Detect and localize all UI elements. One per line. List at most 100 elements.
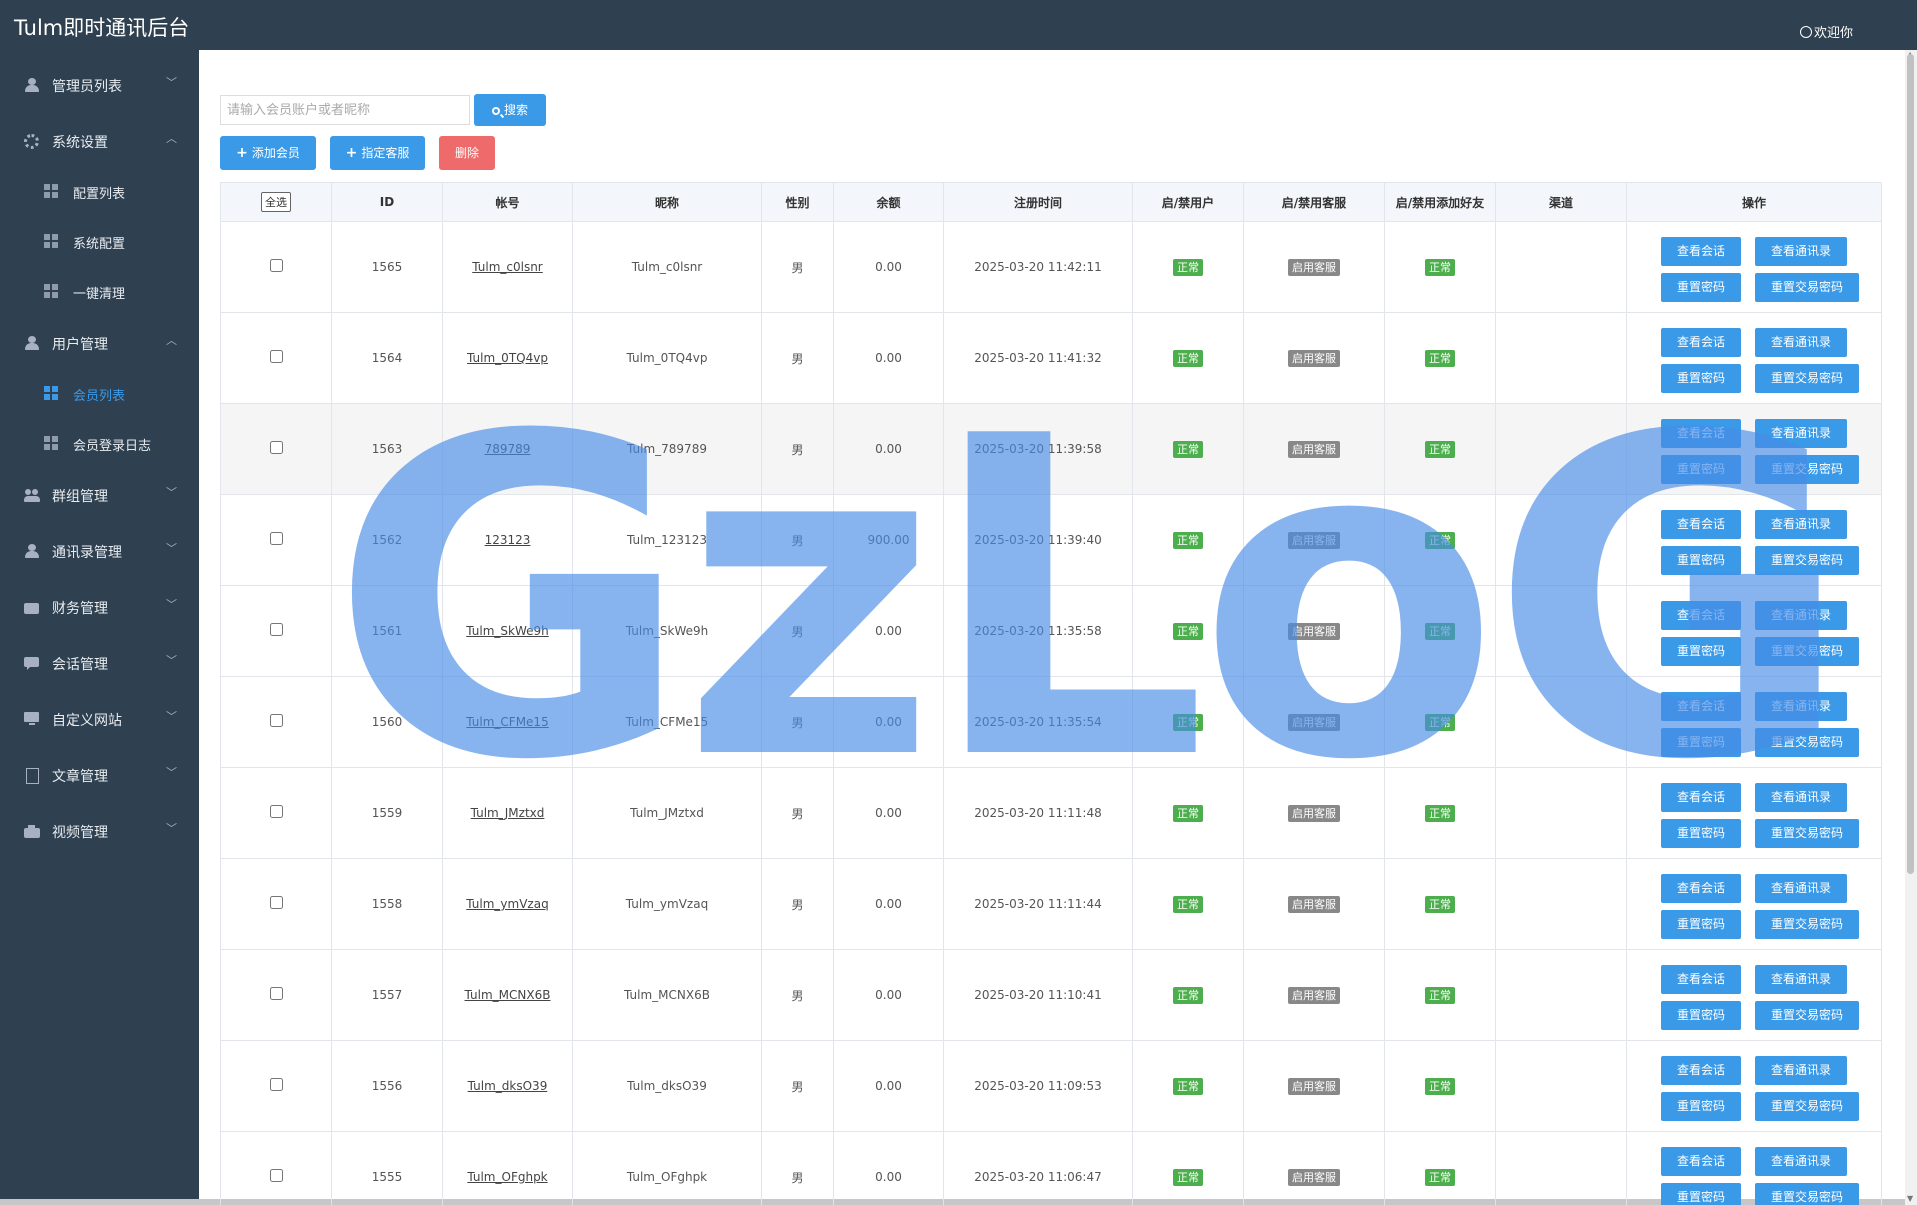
- row-checkbox[interactable]: [269, 1169, 283, 1182]
- user-status-badge[interactable]: 正常: [1173, 258, 1203, 276]
- view-chat-button[interactable]: 查看会话: [1661, 1056, 1741, 1085]
- view-chat-button[interactable]: 查看会话: [1661, 601, 1741, 630]
- sidebar-item-2-0[interactable]: 会员列表: [0, 373, 199, 413]
- assign-cs-button[interactable]: + 指定客服: [330, 136, 425, 170]
- reset-trade-password-button[interactable]: 重置交易密码: [1755, 455, 1859, 484]
- cs-status-badge[interactable]: 启用客服: [1288, 258, 1340, 276]
- reset-password-button[interactable]: 重置密码: [1661, 819, 1741, 848]
- reset-trade-password-button[interactable]: 重置交易密码: [1755, 546, 1859, 575]
- friend-status-badge[interactable]: 正常: [1425, 622, 1455, 640]
- view-contacts-button[interactable]: 查看通讯录: [1755, 783, 1847, 812]
- welcome-menu[interactable]: 欢迎你: [1799, 22, 1853, 41]
- cs-status-badge[interactable]: 启用客服: [1288, 895, 1340, 913]
- search-input[interactable]: [220, 95, 470, 125]
- reset-password-button[interactable]: 重置密码: [1661, 637, 1741, 666]
- sidebar-group-4[interactable]: 通讯录管理 ﹀: [0, 531, 199, 571]
- friend-status-badge[interactable]: 正常: [1425, 440, 1455, 458]
- account-link[interactable]: Tulm_MCNX6B: [465, 988, 551, 1002]
- view-contacts-button[interactable]: 查看通讯录: [1755, 601, 1847, 630]
- account-link[interactable]: 123123: [485, 533, 531, 547]
- user-status-badge[interactable]: 正常: [1173, 986, 1203, 1004]
- scrollbar-thumb[interactable]: [1907, 54, 1914, 874]
- reset-password-button[interactable]: 重置密码: [1661, 455, 1741, 484]
- cs-status-badge[interactable]: 启用客服: [1288, 986, 1340, 1004]
- friend-status-badge[interactable]: 正常: [1425, 258, 1455, 276]
- row-checkbox[interactable]: [269, 441, 283, 454]
- view-contacts-button[interactable]: 查看通讯录: [1755, 1147, 1847, 1176]
- sidebar-item-2-1[interactable]: 会员登录日志: [0, 423, 199, 463]
- user-status-badge[interactable]: 正常: [1173, 531, 1203, 549]
- cs-status-badge[interactable]: 启用客服: [1288, 440, 1340, 458]
- sidebar-group-3[interactable]: 群组管理 ﹀: [0, 475, 199, 515]
- delete-button[interactable]: 删除: [439, 136, 495, 170]
- cs-status-badge[interactable]: 启用客服: [1288, 713, 1340, 731]
- user-status-badge[interactable]: 正常: [1173, 804, 1203, 822]
- friend-status-badge[interactable]: 正常: [1425, 349, 1455, 367]
- row-checkbox[interactable]: [269, 259, 283, 272]
- reset-password-button[interactable]: 重置密码: [1661, 273, 1741, 302]
- account-link[interactable]: Tulm_dksO39: [468, 1079, 548, 1093]
- sidebar-group-1[interactable]: 系统设置 ︿: [0, 121, 199, 161]
- account-link[interactable]: 789789: [485, 442, 531, 456]
- account-link[interactable]: Tulm_CFMe15: [466, 715, 548, 729]
- cs-status-badge[interactable]: 启用客服: [1288, 622, 1340, 640]
- row-checkbox[interactable]: [269, 350, 283, 363]
- view-chat-button[interactable]: 查看会话: [1661, 1147, 1741, 1176]
- view-chat-button[interactable]: 查看会话: [1661, 874, 1741, 903]
- row-checkbox[interactable]: [269, 987, 283, 1000]
- sidebar-group-7[interactable]: 自定义网站 ﹀: [0, 699, 199, 739]
- reset-trade-password-button[interactable]: 重置交易密码: [1755, 364, 1859, 393]
- view-contacts-button[interactable]: 查看通讯录: [1755, 510, 1847, 539]
- row-checkbox[interactable]: [269, 623, 283, 636]
- view-contacts-button[interactable]: 查看通讯录: [1755, 419, 1847, 448]
- reset-password-button[interactable]: 重置密码: [1661, 546, 1741, 575]
- row-checkbox[interactable]: [269, 805, 283, 818]
- reset-trade-password-button[interactable]: 重置交易密码: [1755, 819, 1859, 848]
- view-chat-button[interactable]: 查看会话: [1661, 419, 1741, 448]
- sidebar-group-9[interactable]: 视频管理 ﹀: [0, 811, 199, 851]
- view-contacts-button[interactable]: 查看通讯录: [1755, 692, 1847, 721]
- reset-trade-password-button[interactable]: 重置交易密码: [1755, 728, 1859, 757]
- friend-status-badge[interactable]: 正常: [1425, 1168, 1455, 1186]
- account-link[interactable]: Tulm_c0lsnr: [472, 260, 543, 274]
- sidebar-group-5[interactable]: 财务管理 ﹀: [0, 587, 199, 627]
- sidebar-group-0[interactable]: 管理员列表 ﹀: [0, 65, 199, 105]
- user-status-badge[interactable]: 正常: [1173, 440, 1203, 458]
- account-link[interactable]: Tulm_OFghpk: [467, 1170, 547, 1184]
- friend-status-badge[interactable]: 正常: [1425, 531, 1455, 549]
- reset-trade-password-button[interactable]: 重置交易密码: [1755, 1001, 1859, 1030]
- view-contacts-button[interactable]: 查看通讯录: [1755, 237, 1847, 266]
- view-chat-button[interactable]: 查看会话: [1661, 965, 1741, 994]
- account-link[interactable]: Tulm_SkWe9h: [466, 624, 549, 638]
- view-contacts-button[interactable]: 查看通讯录: [1755, 965, 1847, 994]
- reset-trade-password-button[interactable]: 重置交易密码: [1755, 273, 1859, 302]
- cs-status-badge[interactable]: 启用客服: [1288, 349, 1340, 367]
- cs-status-badge[interactable]: 启用客服: [1288, 1168, 1340, 1186]
- account-link[interactable]: Tulm_JMztxd: [471, 806, 545, 820]
- user-status-badge[interactable]: 正常: [1173, 895, 1203, 913]
- friend-status-badge[interactable]: 正常: [1425, 895, 1455, 913]
- view-chat-button[interactable]: 查看会话: [1661, 692, 1741, 721]
- view-chat-button[interactable]: 查看会话: [1661, 237, 1741, 266]
- reset-password-button[interactable]: 重置密码: [1661, 364, 1741, 393]
- user-status-badge[interactable]: 正常: [1173, 1077, 1203, 1095]
- user-status-badge[interactable]: 正常: [1173, 713, 1203, 731]
- sidebar-item-1-2[interactable]: 一键清理: [0, 271, 199, 311]
- reset-password-button[interactable]: 重置密码: [1661, 1092, 1741, 1121]
- row-checkbox[interactable]: [269, 896, 283, 909]
- reset-password-button[interactable]: 重置密码: [1661, 728, 1741, 757]
- friend-status-badge[interactable]: 正常: [1425, 713, 1455, 731]
- search-button[interactable]: 搜索: [474, 94, 546, 126]
- view-contacts-button[interactable]: 查看通讯录: [1755, 1056, 1847, 1085]
- row-checkbox[interactable]: [269, 532, 283, 545]
- sidebar-group-8[interactable]: 文章管理 ﹀: [0, 755, 199, 795]
- view-contacts-button[interactable]: 查看通讯录: [1755, 328, 1847, 357]
- account-link[interactable]: Tulm_ymVzaq: [466, 897, 548, 911]
- cs-status-badge[interactable]: 启用客服: [1288, 531, 1340, 549]
- view-contacts-button[interactable]: 查看通讯录: [1755, 874, 1847, 903]
- row-checkbox[interactable]: [269, 714, 283, 727]
- row-checkbox[interactable]: [269, 1078, 283, 1091]
- cs-status-badge[interactable]: 启用客服: [1288, 804, 1340, 822]
- user-status-badge[interactable]: 正常: [1173, 349, 1203, 367]
- reset-trade-password-button[interactable]: 重置交易密码: [1755, 637, 1859, 666]
